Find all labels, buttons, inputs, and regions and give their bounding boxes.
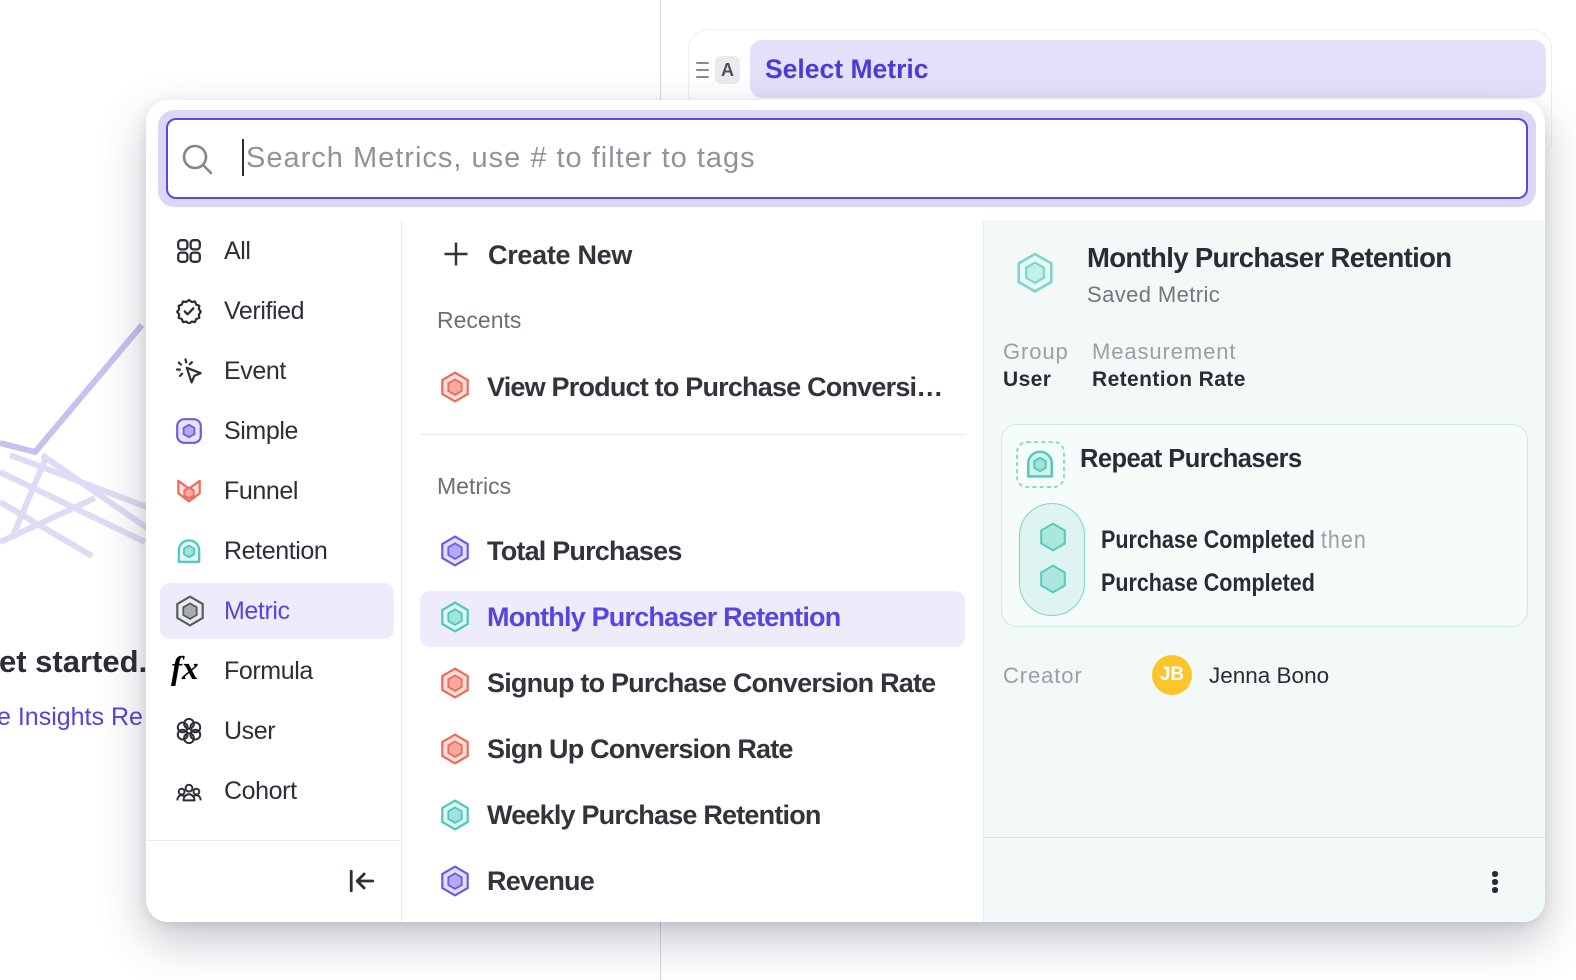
svg-text:fx: fx: [171, 651, 199, 687]
